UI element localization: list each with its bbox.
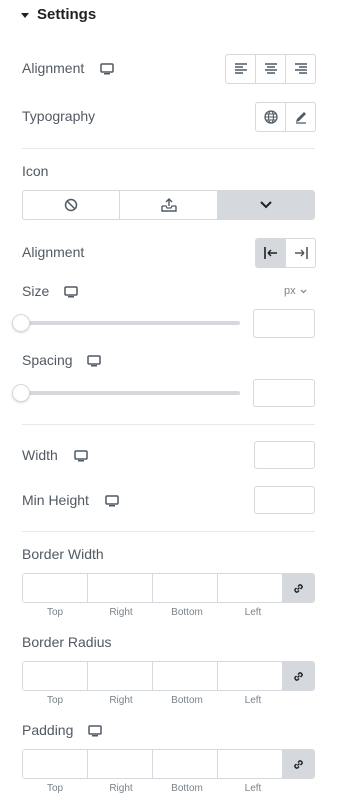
padding-label: Padding (22, 722, 74, 738)
side-label-left: Left (244, 607, 262, 618)
border-radius-bottom-input[interactable] (153, 662, 219, 690)
border-radius-left-input[interactable] (218, 662, 284, 690)
link-icon (294, 583, 303, 593)
padding-top-input[interactable] (23, 750, 89, 778)
link-values-button[interactable] (283, 574, 314, 602)
desktop-icon[interactable] (105, 495, 119, 507)
align-right-icon (294, 63, 307, 74)
border-radius-right-input[interactable] (88, 662, 154, 690)
border-width-bottom-input[interactable] (153, 574, 219, 602)
align-left-icon (234, 63, 247, 74)
side-label-right: Right (109, 607, 133, 618)
icon-label: Icon (22, 163, 49, 179)
border-width-right-input[interactable] (88, 574, 154, 602)
edit-typography-button[interactable] (286, 103, 315, 131)
padding-side-labels: Top Right Bottom Left (22, 783, 286, 794)
side-label-right: Right (109, 783, 133, 794)
side-label-left: Left (244, 783, 262, 794)
align-left-button[interactable] (226, 55, 256, 83)
border-width-top-input[interactable] (23, 574, 89, 602)
icon-position-before-button[interactable] (256, 239, 286, 267)
size-slider-handle[interactable] (12, 314, 30, 332)
alignment-label: Alignment (22, 60, 85, 76)
icon-upload-button[interactable] (120, 191, 218, 219)
size-unit-selector[interactable]: px (284, 285, 307, 297)
link-values-button[interactable] (283, 662, 314, 690)
side-label-left: Left (244, 695, 262, 706)
desktop-icon[interactable] (64, 286, 78, 298)
border-width-dimensions (22, 573, 315, 603)
chevron-down-icon (300, 289, 307, 293)
icon-selector (22, 190, 315, 220)
divider (22, 424, 315, 425)
min-height-label: Min Height (22, 492, 89, 508)
side-label-bottom: Bottom (171, 783, 203, 794)
chevron-down-icon (260, 201, 272, 209)
side-label-top: Top (46, 695, 64, 706)
border-width-label: Border Width (22, 546, 104, 562)
settings-section-header[interactable]: Settings (20, 6, 96, 23)
border-radius-side-labels: Top Right Bottom Left (22, 695, 286, 706)
padding-left-input[interactable] (218, 750, 284, 778)
link-values-button[interactable] (283, 750, 314, 778)
align-right-button[interactable] (286, 55, 315, 83)
border-radius-label: Border Radius (22, 634, 112, 650)
side-label-right: Right (109, 695, 133, 706)
unit-label: px (284, 285, 296, 297)
width-label: Width (22, 447, 58, 463)
spacing-input[interactable] (253, 379, 315, 407)
divider (22, 148, 315, 149)
size-label: Size (22, 283, 50, 299)
align-end-icon (294, 247, 308, 259)
desktop-icon[interactable] (74, 450, 88, 462)
caret-down-icon (21, 12, 29, 18)
icon-none-button[interactable] (23, 191, 120, 219)
size-slider[interactable] (22, 321, 240, 325)
side-label-bottom: Bottom (171, 695, 203, 706)
icon-position-group (255, 238, 316, 268)
align-center-icon (264, 63, 277, 74)
ban-icon (64, 198, 78, 212)
border-width-side-labels: Top Right Bottom Left (22, 607, 286, 618)
icon-alignment-label: Alignment (22, 244, 85, 260)
desktop-icon[interactable] (87, 355, 101, 367)
border-radius-dimensions (22, 661, 315, 691)
globe-icon (263, 110, 278, 124)
desktop-icon[interactable] (88, 725, 102, 737)
pencil-icon (295, 112, 306, 124)
section-title: Settings (37, 6, 97, 23)
spacing-slider[interactable] (22, 391, 240, 395)
side-label-bottom: Bottom (171, 607, 203, 618)
typography-controls (255, 102, 316, 132)
side-label-top: Top (46, 783, 64, 794)
width-input[interactable] (254, 441, 315, 469)
align-start-icon (263, 247, 277, 259)
typography-label: Typography (22, 108, 96, 124)
padding-dimensions (22, 749, 315, 779)
min-height-input[interactable] (254, 486, 315, 514)
text-align-group (225, 54, 316, 84)
desktop-icon[interactable] (100, 63, 114, 75)
upload-icon (160, 198, 177, 212)
padding-bottom-input[interactable] (153, 750, 219, 778)
spacing-label: Spacing (22, 352, 73, 368)
link-icon (294, 671, 303, 681)
icon-position-after-button[interactable] (286, 239, 315, 267)
border-radius-top-input[interactable] (23, 662, 89, 690)
icon-library-button[interactable] (218, 191, 314, 219)
divider (22, 531, 315, 532)
global-typography-button[interactable] (256, 103, 286, 131)
side-label-top: Top (46, 607, 64, 618)
link-icon (294, 759, 303, 769)
border-width-left-input[interactable] (218, 574, 284, 602)
size-input[interactable] (253, 309, 315, 338)
align-center-button[interactable] (256, 55, 286, 83)
spacing-slider-handle[interactable] (12, 384, 30, 402)
padding-right-input[interactable] (88, 750, 154, 778)
